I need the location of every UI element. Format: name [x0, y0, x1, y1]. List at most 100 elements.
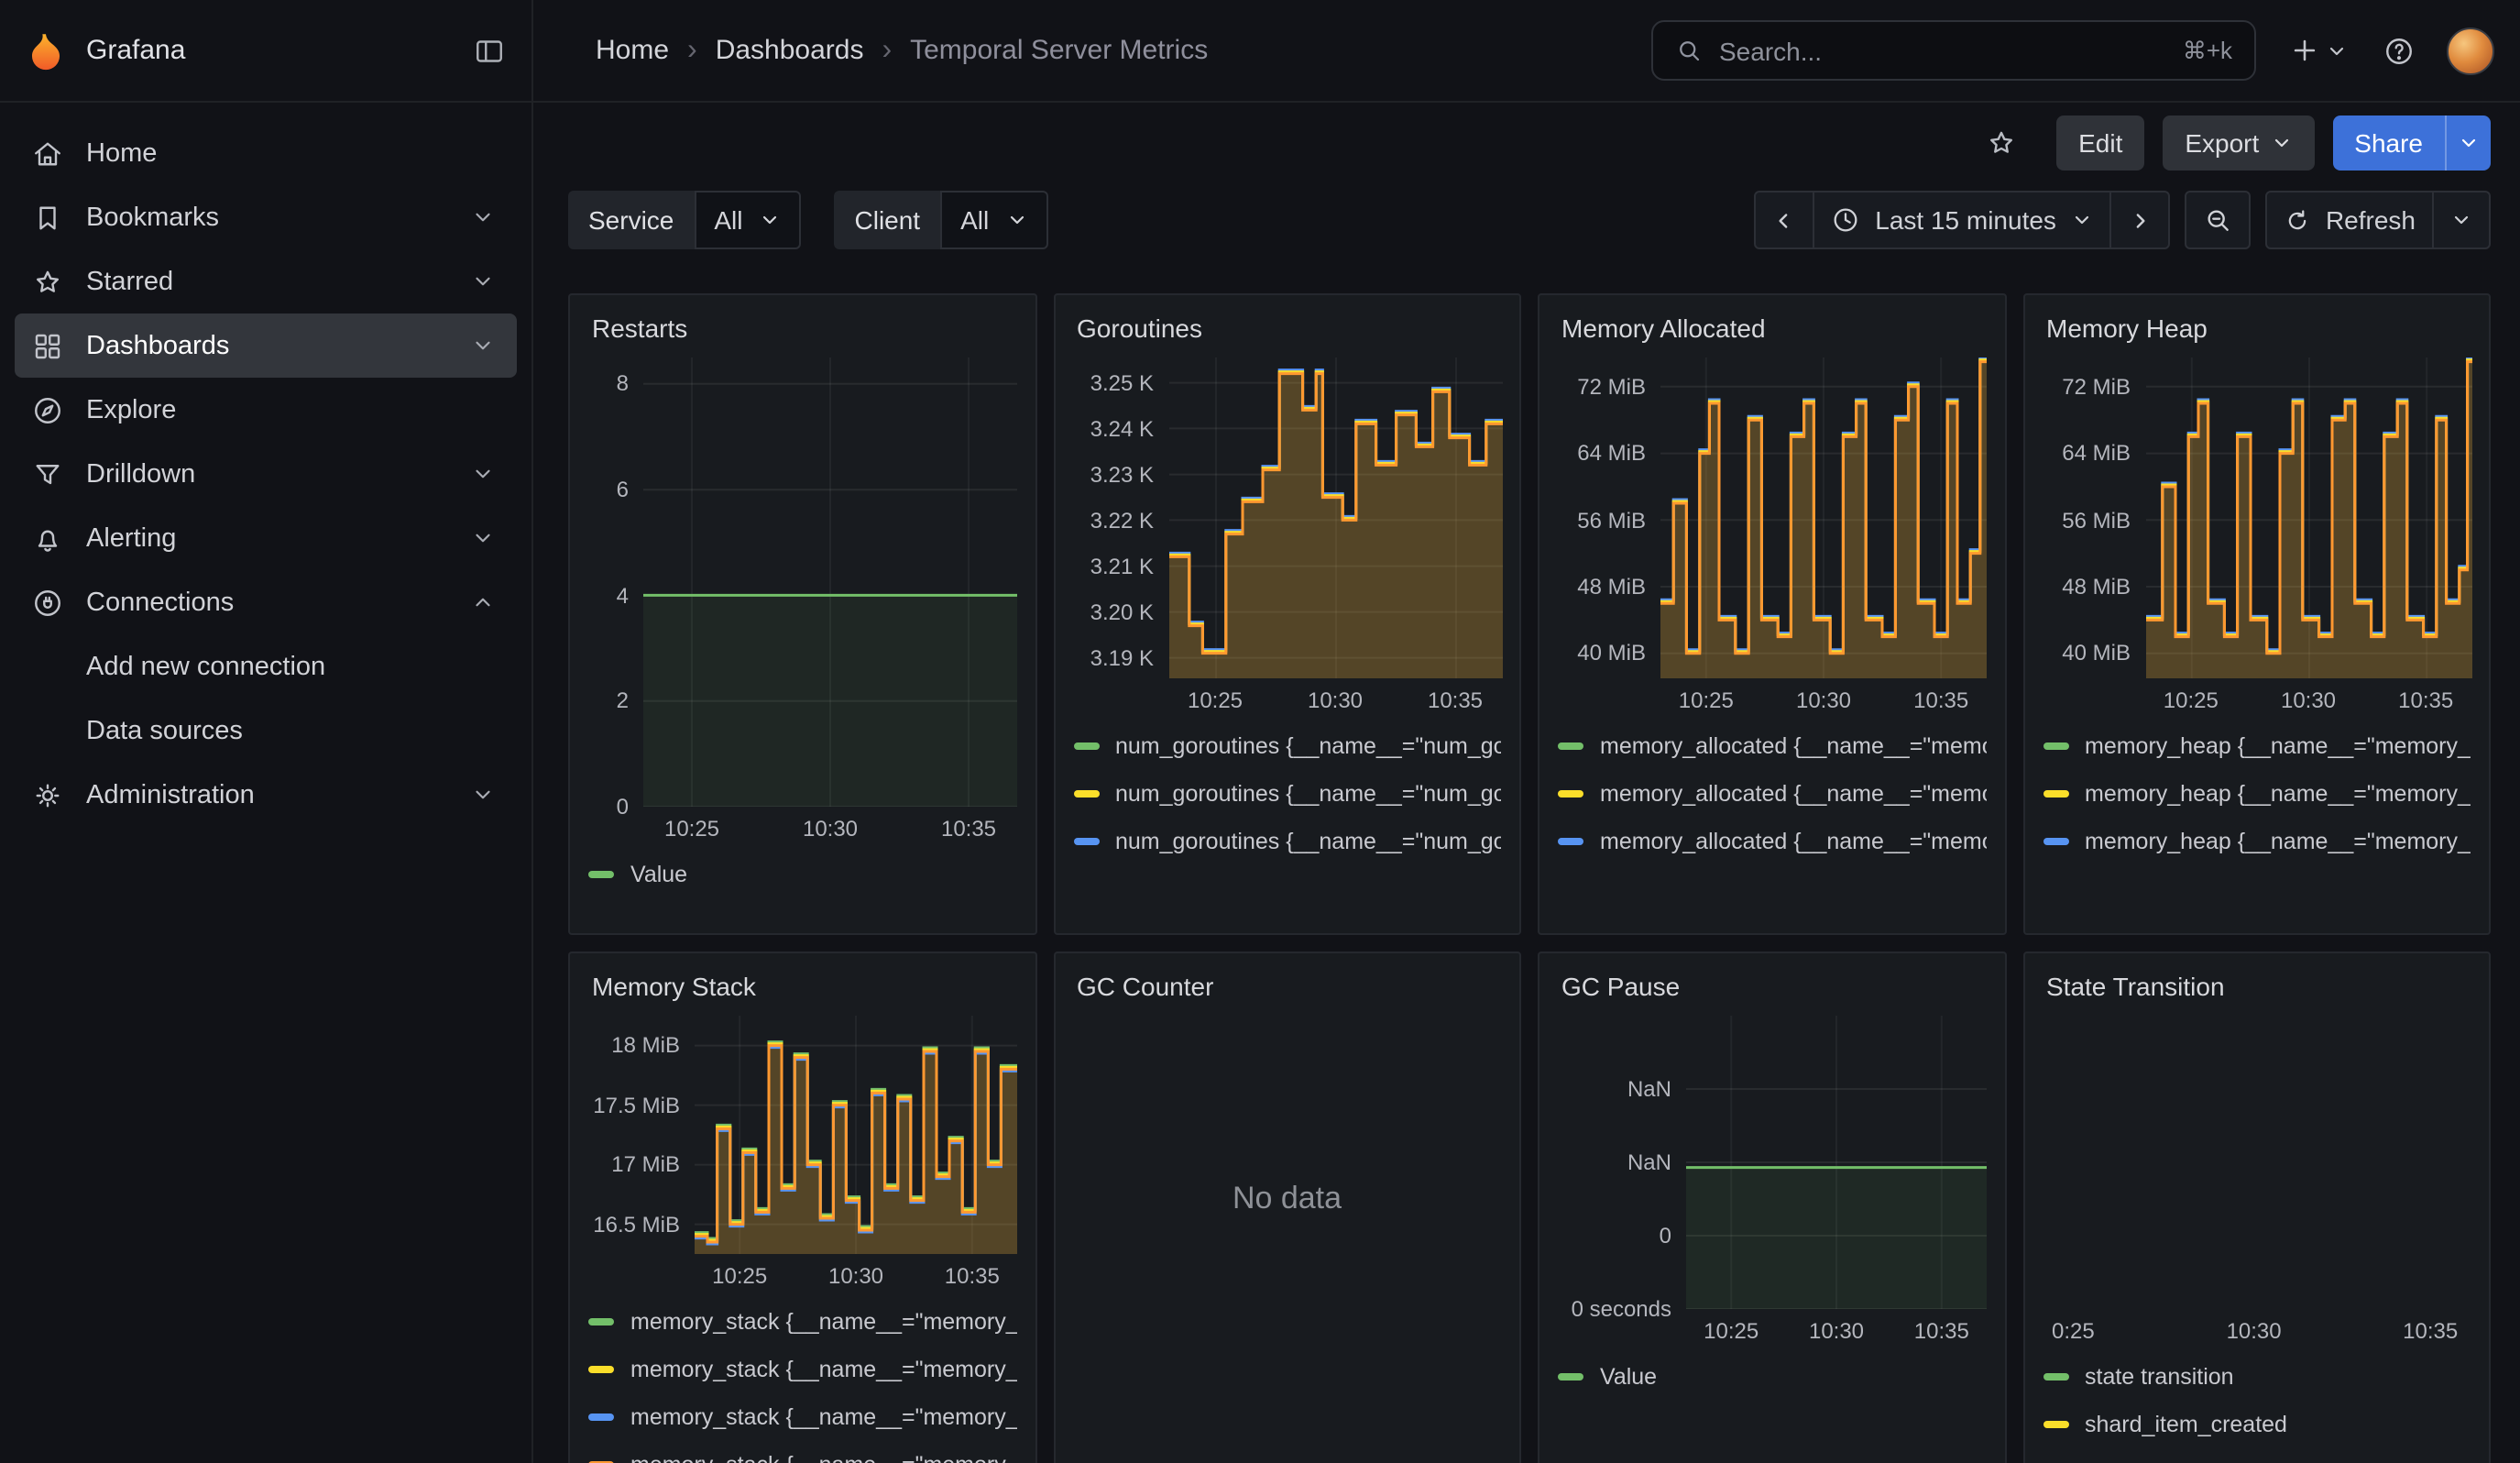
panel-title[interactable]: Restarts — [588, 306, 1016, 358]
y-tick-label: 8 — [617, 371, 629, 397]
sidebar-item-bookmarks[interactable]: Bookmarks — [15, 185, 517, 249]
search-input[interactable] — [1719, 36, 2166, 65]
panel-title[interactable]: State Transition — [2043, 964, 2471, 1016]
y-tick-label: 40 MiB — [1577, 641, 1646, 666]
breadcrumb-home[interactable]: Home — [596, 35, 669, 66]
legend-item[interactable]: num_goroutines {__name__="num_go — [1073, 722, 1501, 770]
chevron-down-icon — [2450, 209, 2472, 231]
legend-item[interactable]: Value — [588, 851, 1016, 898]
panel-title[interactable]: GC Pause — [1558, 964, 1986, 1016]
legend-item[interactable]: memory_heap {__name__="memory_h — [2043, 722, 2471, 770]
refresh-button[interactable]: Refresh — [2265, 191, 2434, 249]
sidebar-item-label: Explore — [86, 395, 176, 424]
edit-button[interactable]: Edit — [2056, 116, 2144, 170]
help-button[interactable] — [2379, 30, 2419, 71]
breadcrumb-dashboards[interactable]: Dashboards — [716, 35, 864, 66]
refresh-interval-button[interactable] — [2432, 191, 2491, 249]
grafana-logo[interactable] — [26, 30, 66, 71]
legend-item[interactable]: memory_allocated {__name__="memo — [1558, 722, 1986, 770]
panel-title[interactable]: Memory Allocated — [1558, 306, 1986, 358]
legend-item[interactable]: num_goroutines {__name__="num_go — [1073, 818, 1501, 865]
panel-title[interactable]: Memory Stack — [588, 964, 1016, 1016]
panel-title[interactable]: Memory Heap — [2043, 306, 2471, 358]
legend-item[interactable]: memory_stack {__name__="memory_s — [588, 1441, 1016, 1463]
panel-title[interactable]: Goroutines — [1073, 306, 1501, 358]
legend-label: memory_heap {__name__="memory_h — [2085, 781, 2471, 807]
no-data-text: No data — [1073, 1016, 1501, 1382]
sidebar-item-drilldown[interactable]: Drilldown — [15, 442, 517, 506]
variable-service-select[interactable]: All — [694, 191, 801, 249]
sidebar-item-dashboards[interactable]: Dashboards — [15, 314, 517, 378]
legend-item[interactable]: memory_allocated {__name__="memo — [1558, 818, 1986, 865]
legend-label: memory_stack {__name__="memory_s — [630, 1452, 1016, 1463]
legend-item[interactable]: memory_allocated {__name__="memo — [1558, 865, 1986, 876]
legend-item[interactable]: state transition — [2043, 1353, 2471, 1401]
y-tick-label: 6 — [617, 477, 629, 502]
nav-main: Home › Dashboards › Temporal Server Metr… — [533, 0, 2520, 101]
y-tick-label: 0 seconds — [1572, 1296, 1671, 1322]
chart-plot[interactable] — [1168, 358, 1501, 678]
share-menu-button[interactable] — [2445, 116, 2491, 170]
sidebar-toggle-icon[interactable] — [466, 27, 513, 74]
variable-client-label: Client — [835, 191, 941, 249]
sidebar-item-home[interactable]: Home — [15, 121, 517, 185]
top-nav: Grafana Home › Dashboards › Temporal Ser… — [0, 0, 2520, 103]
legend-item[interactable]: shard_item_created — [2043, 1401, 2471, 1448]
chart-svg — [1168, 358, 1502, 678]
time-range-label: Last 15 minutes — [1875, 205, 2056, 235]
time-range-button[interactable]: Last 15 minutes — [1813, 191, 2111, 249]
legend-item[interactable]: memory_heap {__name__="memory_h — [2043, 865, 2471, 876]
legend-item[interactable]: memory_allocated {__name__="memo — [1558, 770, 1986, 818]
sidebar-item-starred[interactable]: Starred — [15, 249, 517, 314]
variable-client-select[interactable]: All — [940, 191, 1047, 249]
legend-label: shard_item_created — [2085, 1412, 2287, 1437]
apps-icon — [29, 329, 66, 362]
legend-item[interactable]: memory_stack {__name__="memory_s — [588, 1346, 1016, 1393]
panel-title[interactable]: GC Counter — [1073, 964, 1501, 1016]
legend-item[interactable]: memory_stack {__name__="memory_s — [588, 1298, 1016, 1346]
legend-item[interactable]: memory_heap {__name__="memory_h — [2043, 818, 2471, 865]
sidebar-item-administration[interactable]: Administration — [15, 763, 517, 827]
chart-plot[interactable] — [695, 1016, 1016, 1254]
chart-plot[interactable] — [643, 358, 1016, 807]
chevron-down-icon — [471, 205, 495, 229]
time-back-button[interactable] — [1754, 191, 1814, 249]
export-button[interactable]: Export — [2163, 116, 2314, 170]
y-axis: 72 MiB64 MiB56 MiB48 MiB40 MiB — [2043, 358, 2145, 678]
favorite-button[interactable] — [1979, 121, 2023, 165]
sidebar-item-label: Dashboards — [86, 331, 229, 360]
chart-plot[interactable] — [2061, 1016, 2471, 1309]
breadcrumb-current: Temporal Server Metrics — [910, 35, 1208, 66]
variable-service-label: Service — [568, 191, 694, 249]
sidebar-item-connections[interactable]: Connections — [15, 570, 517, 634]
new-button[interactable] — [2285, 31, 2351, 70]
star-icon — [1985, 126, 2018, 160]
chart-plot[interactable] — [1686, 1016, 1986, 1309]
legend-item[interactable]: Value — [1558, 1353, 1986, 1401]
legend-item[interactable]: num_goroutines {__name__="num_go — [1073, 770, 1501, 818]
x-tick-label: 10:25 — [1188, 688, 1243, 713]
legend-marker — [588, 1414, 614, 1421]
search-box[interactable]: ⌘+k — [1651, 20, 2256, 81]
sidebar-item-data-sources[interactable]: Data sources — [15, 698, 517, 763]
legend-item[interactable]: memory_heap {__name__="memory_h — [2043, 770, 2471, 818]
sidebar-item-add-new-connection[interactable]: Add new connection — [15, 634, 517, 698]
share-split-button: Share — [2332, 116, 2491, 170]
legend-item[interactable]: memory_stack {__name__="memory_s — [588, 1393, 1016, 1441]
share-button[interactable]: Share — [2332, 116, 2445, 170]
chevron-left-icon — [1772, 208, 1796, 232]
x-tick-label: 10:25 — [2164, 688, 2219, 713]
chevron-down-icon — [760, 209, 782, 231]
sidebar-item-label: Drilldown — [86, 459, 195, 489]
sidebar-item-alerting[interactable]: Alerting — [15, 506, 517, 570]
zoom-out-button[interactable] — [2185, 191, 2251, 249]
legend-item[interactable]: num_goroutines {__name__="num_go — [1073, 865, 1501, 876]
user-avatar[interactable] — [2447, 27, 2494, 74]
panel-legend: state transition shard_item_created — [2043, 1353, 2471, 1448]
chart-plot[interactable] — [1660, 358, 1986, 678]
chart-plot[interactable] — [2145, 358, 2471, 678]
time-forward-button[interactable] — [2109, 191, 2170, 249]
chart-svg — [1660, 358, 1987, 678]
sidebar-item-explore[interactable]: Explore — [15, 378, 517, 442]
x-tick-label: 10:30 — [1809, 1318, 1864, 1344]
